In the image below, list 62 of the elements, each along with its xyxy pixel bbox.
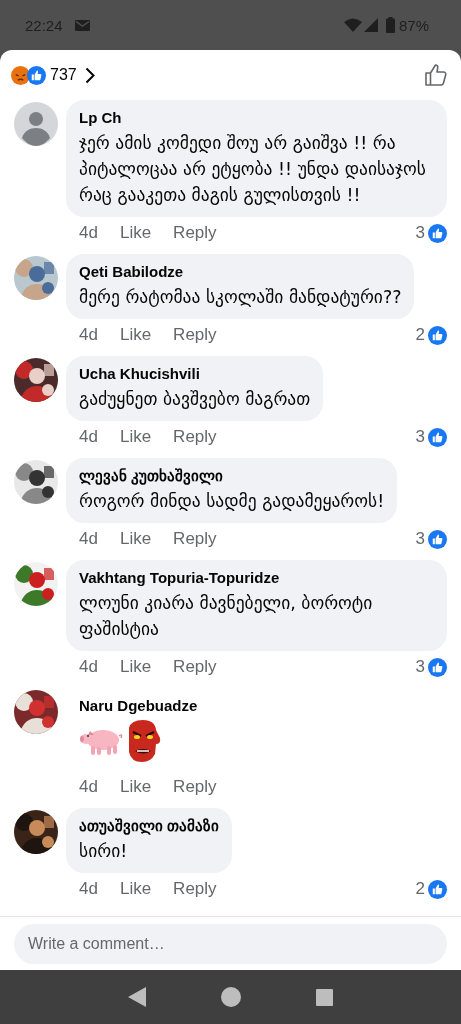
chevron-right-icon bbox=[84, 66, 95, 84]
reply-link[interactable]: Reply bbox=[173, 427, 217, 447]
like-count[interactable]: 2 bbox=[415, 325, 425, 345]
like-icon bbox=[428, 879, 447, 899]
recents-icon[interactable] bbox=[316, 988, 334, 1006]
thumbs-up-icon bbox=[424, 63, 448, 87]
reply-link[interactable]: Reply bbox=[173, 223, 217, 243]
comment-text: როგორ მინდა სადმე გადამეყაროს! bbox=[79, 490, 385, 513]
like-icon bbox=[428, 657, 447, 677]
like-button[interactable] bbox=[424, 63, 448, 87]
reply-link[interactable]: Reply bbox=[173, 529, 217, 549]
like-count[interactable]: 3 bbox=[415, 427, 425, 447]
author-name[interactable]: Ucha Khucishvili bbox=[79, 364, 311, 384]
comment-text: მერე რატომაა სკოლაში მანდატური?? bbox=[79, 286, 402, 309]
like-count[interactable]: 2 bbox=[415, 879, 425, 899]
like-link[interactable]: Like bbox=[119, 223, 152, 243]
comment-time[interactable]: 4d bbox=[79, 529, 98, 549]
comment-time[interactable]: 4d bbox=[79, 879, 98, 899]
like-icon bbox=[428, 427, 447, 447]
comment-time[interactable]: 4d bbox=[79, 657, 98, 677]
comment-time[interactable]: 4d bbox=[79, 777, 98, 797]
back-icon[interactable] bbox=[127, 987, 146, 1007]
comment-time[interactable]: 4d bbox=[79, 325, 98, 345]
author-name[interactable]: Lp Ch bbox=[79, 108, 434, 128]
reply-link[interactable]: Reply bbox=[173, 657, 217, 677]
comment-text: სირი! bbox=[79, 840, 129, 863]
comment-time[interactable]: 4d bbox=[79, 427, 98, 447]
home-icon[interactable] bbox=[221, 987, 241, 1007]
reply-link[interactable]: Reply bbox=[173, 325, 217, 345]
like-link[interactable]: Like bbox=[119, 325, 152, 345]
reactions-summary[interactable]: 737 bbox=[11, 65, 95, 85]
like-icon bbox=[428, 529, 447, 549]
like-icon bbox=[428, 223, 447, 243]
mail-icon bbox=[74, 19, 90, 31]
like-link[interactable]: Like bbox=[119, 777, 152, 797]
like-count[interactable]: 3 bbox=[415, 529, 425, 549]
default-avatar-icon[interactable] bbox=[14, 102, 58, 146]
wifi-icon bbox=[343, 18, 362, 32]
reply-link[interactable]: Reply bbox=[173, 777, 217, 797]
like-link[interactable]: Like bbox=[119, 529, 152, 549]
comment-text: ლოუნი კიარა მავნებელი, ბოროტი ფაშისტია bbox=[79, 592, 374, 641]
reaction-count: 737 bbox=[50, 66, 77, 84]
author-name[interactable]: Vakhtang Topuria-Topuridze bbox=[79, 568, 434, 588]
author-name[interactable]: ლევან კუთხაშვილი bbox=[79, 466, 385, 486]
like-link[interactable]: Like bbox=[119, 657, 152, 677]
like-icon bbox=[27, 65, 46, 85]
angry-reaction-icon bbox=[11, 65, 30, 85]
signal-icon bbox=[363, 18, 378, 32]
comment-text: გაძუყნეთ ბავშვებო მაგრათ bbox=[79, 388, 311, 411]
like-link[interactable]: Like bbox=[119, 879, 152, 899]
like-count[interactable]: 3 bbox=[415, 223, 425, 243]
author-name[interactable]: ათუაშვილი თამაზი bbox=[79, 816, 220, 836]
like-icon bbox=[428, 325, 447, 345]
like-link[interactable]: Like bbox=[119, 427, 152, 447]
reply-link[interactable]: Reply bbox=[173, 879, 217, 899]
comment-text: ჯერ ამის კომედი შოუ არ გაიშვა !! რა პიტალოცაა არ ეტყობა !! უნდა დაისაჯოს რაც გააკეთა მაგის გულისთვის !! bbox=[79, 132, 427, 207]
author-name[interactable]: Naru Dgebuadze bbox=[79, 696, 198, 716]
battery-icon bbox=[385, 17, 395, 33]
comment-time[interactable]: 4d bbox=[79, 223, 98, 243]
author-name[interactable]: Qeti Babilodze bbox=[79, 262, 402, 282]
comment-input-field[interactable]: Write a comment… bbox=[14, 924, 447, 964]
like-count[interactable]: 3 bbox=[415, 657, 425, 677]
